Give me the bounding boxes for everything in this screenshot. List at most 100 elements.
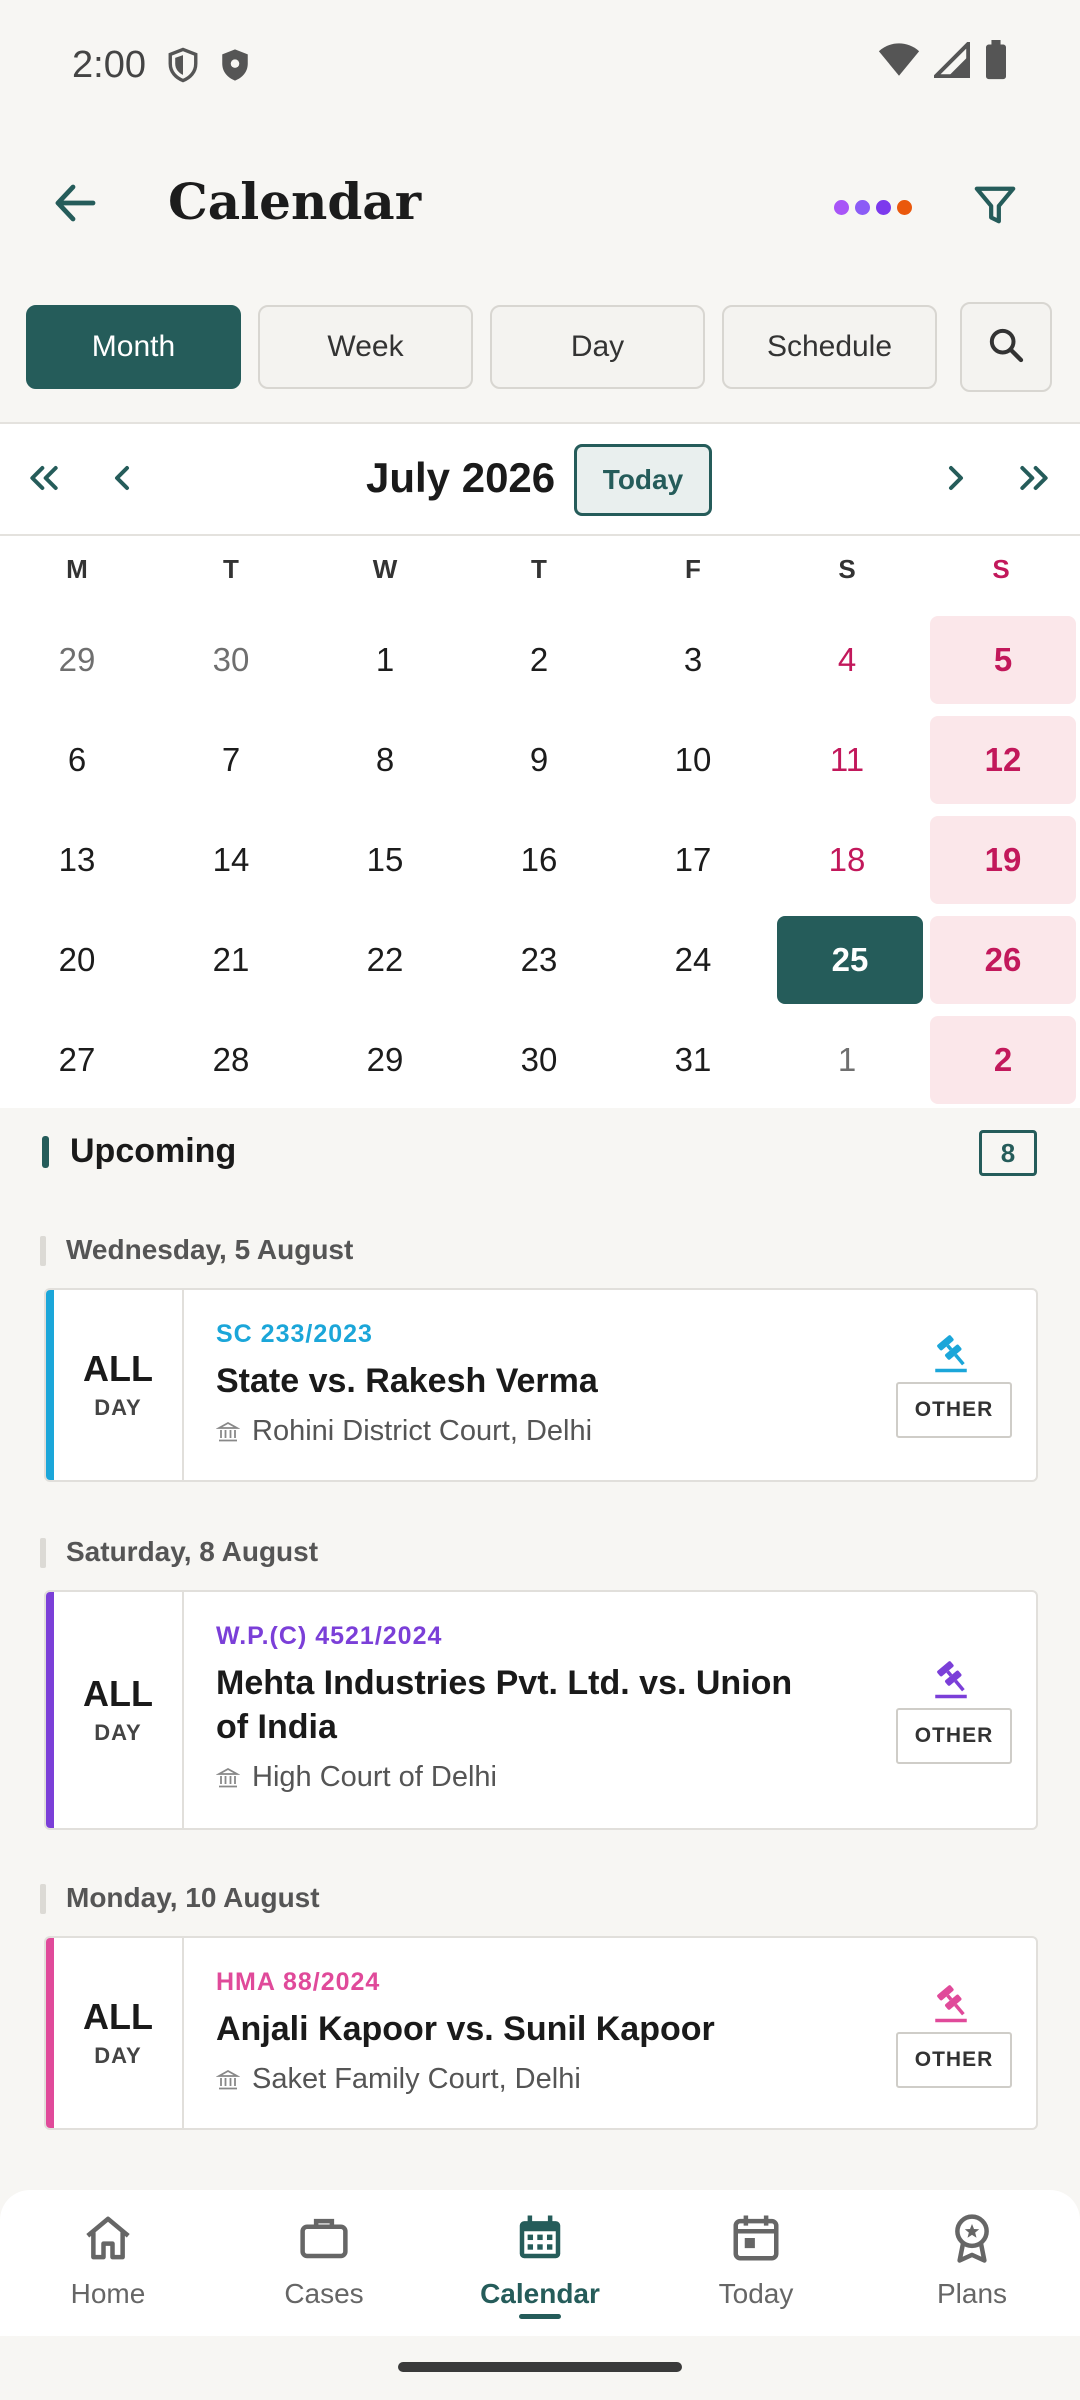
- shield-filled-icon: [218, 46, 252, 84]
- day-cell[interactable]: 8: [312, 716, 458, 804]
- day-cell[interactable]: 21: [158, 916, 304, 1004]
- event-body: W.P.(C) 4521/2024 Mehta Industries Pvt. …: [216, 1622, 816, 1794]
- day-cell[interactable]: 2: [466, 616, 612, 704]
- month-nav: July 2026 Today: [0, 424, 1080, 536]
- day-cell[interactable]: 30: [158, 616, 304, 704]
- day-cell[interactable]: 19: [930, 816, 1076, 904]
- tab-day[interactable]: Day: [490, 305, 705, 389]
- day-cell[interactable]: 20: [4, 916, 150, 1004]
- all-day-bottom: DAY: [94, 2043, 142, 2068]
- nav-calendar[interactable]: Calendar: [460, 2206, 620, 2326]
- day-cell[interactable]: 11: [774, 716, 920, 804]
- day-cell[interactable]: 22: [312, 916, 458, 1004]
- next-year-button[interactable]: [1006, 452, 1062, 508]
- day-cell[interactable]: 28: [158, 1016, 304, 1104]
- date-marker: [40, 1236, 46, 1266]
- day-cell[interactable]: 31: [620, 1016, 766, 1104]
- event-card[interactable]: ALL DAY SC 233/2023 State vs. Rakesh Ver…: [44, 1288, 1038, 1482]
- upcoming-header: Upcoming 8: [0, 1120, 1080, 1186]
- search-icon: [986, 325, 1026, 370]
- event-accent-bar: [46, 1290, 54, 1480]
- day-cell[interactable]: 1: [312, 616, 458, 704]
- nav-today[interactable]: Today: [676, 2206, 836, 2326]
- gavel-icon: [926, 1654, 976, 1704]
- page-title: Calendar: [168, 172, 422, 231]
- day-cell[interactable]: 14: [158, 816, 304, 904]
- status-dot: [876, 200, 891, 215]
- filter-button[interactable]: [960, 172, 1030, 242]
- day-cell[interactable]: 26: [930, 916, 1076, 1004]
- day-cell[interactable]: 6: [4, 716, 150, 804]
- court-name: Rohini District Court, Delhi: [252, 1415, 593, 1447]
- home-indicator[interactable]: [398, 2362, 682, 2372]
- day-cell[interactable]: 3: [620, 616, 766, 704]
- next-month-button[interactable]: [928, 452, 984, 508]
- prev-year-button[interactable]: [16, 452, 72, 508]
- date-marker: [40, 1538, 46, 1568]
- day-cell[interactable]: 18: [774, 816, 920, 904]
- day-cell[interactable]: 9: [466, 716, 612, 804]
- court-row: Saket Family Court, Delhi: [216, 2063, 816, 2096]
- all-day-label: ALL DAY: [54, 1938, 184, 2128]
- chevron-right-icon: [936, 458, 976, 503]
- day-cell[interactable]: 7: [158, 716, 304, 804]
- case-title: Mehta Industries Pvt. Ltd. vs. Union of …: [216, 1664, 793, 1746]
- day-cell[interactable]: 30: [466, 1016, 612, 1104]
- status-dots[interactable]: [834, 200, 912, 215]
- courthouse-icon: [216, 1420, 240, 1444]
- all-day-top: ALL: [83, 1348, 153, 1389]
- case-number: W.P.(C) 4521/2024: [216, 1622, 443, 1650]
- day-cell[interactable]: 13: [4, 816, 150, 904]
- event-card[interactable]: ALL DAY W.P.(C) 4521/2024 Mehta Industri…: [44, 1590, 1038, 1830]
- back-button[interactable]: [40, 170, 110, 240]
- day-cell[interactable]: 29: [312, 1016, 458, 1104]
- all-day-top: ALL: [83, 1996, 153, 2037]
- all-day-label: ALL DAY: [54, 1290, 184, 1480]
- court-row: Rohini District Court, Delhi: [216, 1415, 816, 1448]
- day-cell-selected[interactable]: 25: [777, 916, 923, 1004]
- courthouse-icon: [216, 1766, 240, 1790]
- app-bar: Calendar: [0, 150, 1080, 260]
- search-button[interactable]: [960, 302, 1052, 392]
- case-number: SC 233/2023: [216, 1320, 373, 1348]
- tab-month[interactable]: Month: [26, 305, 241, 389]
- court-name: Saket Family Court, Delhi: [252, 2063, 581, 2095]
- prev-month-button[interactable]: [94, 452, 150, 508]
- event-body: SC 233/2023 State vs. Rakesh Verma Rohin…: [216, 1320, 816, 1448]
- day-cell[interactable]: 12: [930, 716, 1076, 804]
- event-type-badge: OTHER: [896, 1382, 1012, 1438]
- day-cell[interactable]: 1: [774, 1016, 920, 1104]
- day-cell[interactable]: 10: [620, 716, 766, 804]
- status-time: 2:00: [72, 43, 146, 86]
- day-cell[interactable]: 2: [930, 1016, 1076, 1104]
- cell-signal-icon: [931, 39, 971, 88]
- nav-cases[interactable]: Cases: [244, 2206, 404, 2326]
- month-label: July 2026: [366, 454, 556, 501]
- home-icon: [81, 2206, 135, 2270]
- nav-plans[interactable]: Plans: [892, 2206, 1052, 2326]
- day-cell[interactable]: 27: [4, 1016, 150, 1104]
- day-cell[interactable]: 17: [620, 816, 766, 904]
- event-card[interactable]: ALL DAY HMA 88/2024 Anjali Kapoor vs. Su…: [44, 1936, 1038, 2130]
- today-button[interactable]: Today: [574, 444, 712, 516]
- event-accent-bar: [46, 1938, 54, 2128]
- day-cell[interactable]: 23: [466, 916, 612, 1004]
- nav-home[interactable]: Home: [28, 2206, 188, 2326]
- court-row: High Court of Delhi: [216, 1761, 816, 1794]
- day-cell[interactable]: 5: [930, 616, 1076, 704]
- calendar-panel: July 2026 Today M T W T F S S 29 30 1 2 …: [0, 422, 1080, 1108]
- date-marker: [40, 1884, 46, 1914]
- tab-schedule[interactable]: Schedule: [722, 305, 937, 389]
- day-cell[interactable]: 4: [774, 616, 920, 704]
- day-cell[interactable]: 16: [466, 816, 612, 904]
- wifi-icon: [878, 42, 920, 88]
- courthouse-icon: [216, 2068, 240, 2092]
- view-tabs: Month Week Day Schedule: [26, 305, 937, 389]
- day-cell[interactable]: 24: [620, 916, 766, 1004]
- battery-icon: [984, 40, 1008, 90]
- day-cell[interactable]: 15: [312, 816, 458, 904]
- tab-week[interactable]: Week: [258, 305, 473, 389]
- day-cell[interactable]: 29: [4, 616, 150, 704]
- nav-label: Home: [70, 2278, 146, 2309]
- weekday-label: T: [531, 554, 547, 584]
